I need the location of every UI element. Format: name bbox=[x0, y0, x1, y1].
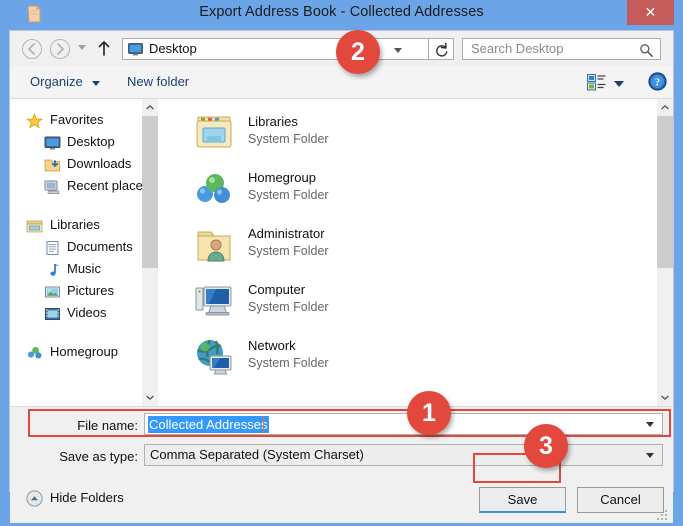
libraries-folder-icon bbox=[194, 113, 234, 153]
hide-folders-label: Hide Folders bbox=[50, 490, 124, 505]
file-name: Network bbox=[248, 338, 296, 353]
file-list-pane[interactable]: Libraries System Folder Homegroup System… bbox=[174, 99, 657, 406]
homegroup-icon bbox=[194, 169, 234, 209]
annotation-badge-3: 3 bbox=[524, 424, 568, 468]
save-as-type-select[interactable]: Comma Separated (System Charset) bbox=[144, 444, 663, 466]
scrollbar-thumb[interactable] bbox=[657, 116, 673, 268]
new-folder-button[interactable]: New folder bbox=[127, 74, 189, 89]
scroll-up-button[interactable] bbox=[657, 99, 673, 116]
sidebar-scrollbar[interactable] bbox=[142, 99, 158, 406]
sidebar-item-label: Downloads bbox=[67, 156, 132, 171]
command-toolbar: Organize New folder ? bbox=[10, 66, 673, 99]
collapse-chevron-icon bbox=[26, 490, 43, 507]
chevron-down-icon[interactable] bbox=[646, 422, 654, 427]
file-name: Computer bbox=[248, 282, 306, 297]
music-icon bbox=[44, 262, 61, 278]
save-button[interactable]: Save bbox=[479, 487, 566, 513]
videos-icon bbox=[44, 306, 61, 322]
annotation-badge-1: 1 bbox=[407, 391, 451, 435]
content-panes: Favorites Desktop Downloads Recent place… bbox=[10, 99, 673, 406]
save-as-type-label: Save as type: bbox=[59, 449, 138, 464]
sidebar-item-label: Videos bbox=[67, 305, 107, 320]
organize-button[interactable]: Organize bbox=[30, 74, 83, 89]
dialog-client-area: Desktop Search Desktop Organize New fold… bbox=[9, 30, 674, 523]
table-row[interactable]: Administrator System Folder bbox=[174, 219, 657, 271]
table-row[interactable]: Computer System Folder bbox=[174, 275, 657, 327]
organize-chevron-down-icon[interactable] bbox=[92, 81, 100, 86]
desktop-icon bbox=[44, 135, 61, 151]
scrollbar-thumb[interactable] bbox=[142, 116, 158, 268]
search-icon bbox=[639, 43, 653, 57]
close-button[interactable]: ✕ bbox=[627, 0, 674, 25]
scroll-down-button[interactable] bbox=[142, 389, 158, 406]
file-name-label: File name: bbox=[77, 418, 138, 433]
table-row[interactable]: Network System Folder bbox=[174, 331, 657, 383]
network-icon bbox=[194, 337, 234, 377]
pictures-icon bbox=[44, 284, 61, 300]
sidebar-group-label: Libraries bbox=[50, 217, 100, 232]
sidebar-item-label: Music bbox=[67, 261, 101, 276]
dialog-footer: Hide Folders Save Cancel bbox=[10, 472, 673, 523]
address-value: Desktop bbox=[149, 41, 197, 56]
annotation-badge-2: 2 bbox=[336, 30, 380, 74]
search-input[interactable]: Search Desktop bbox=[462, 38, 661, 60]
resize-grip-icon[interactable] bbox=[657, 508, 668, 520]
sidebar-item-label: Pictures bbox=[67, 283, 114, 298]
file-name: Administrator bbox=[248, 226, 325, 241]
text-cursor bbox=[263, 416, 264, 433]
table-row[interactable]: Homegroup System Folder bbox=[174, 163, 657, 215]
search-placeholder: Search Desktop bbox=[471, 41, 564, 56]
file-name-value: Collected Addresses bbox=[148, 416, 269, 433]
file-name: Homegroup bbox=[248, 170, 316, 185]
desktop-icon bbox=[128, 43, 143, 56]
sidebar-group-label: Favorites bbox=[50, 112, 104, 127]
scroll-down-button[interactable] bbox=[657, 389, 673, 406]
documents-icon bbox=[44, 240, 61, 256]
sidebar-item-label: Documents bbox=[67, 239, 133, 254]
cancel-button[interactable]: Cancel bbox=[577, 487, 664, 513]
downloads-folder-icon bbox=[44, 157, 61, 173]
chevron-down-icon[interactable] bbox=[646, 453, 654, 458]
view-chevron-down-icon[interactable] bbox=[614, 81, 624, 87]
table-row[interactable]: Libraries System Folder bbox=[174, 107, 657, 159]
sidebar-item-label: Desktop bbox=[67, 134, 115, 149]
libraries-icon bbox=[26, 218, 43, 234]
window-title: Export Address Book - Collected Addresse… bbox=[199, 4, 484, 20]
chevron-down-icon[interactable] bbox=[394, 48, 402, 53]
save-as-type-value: Comma Separated (System Charset) bbox=[150, 447, 364, 462]
file-type: System Folder bbox=[248, 300, 329, 314]
forward-button[interactable] bbox=[50, 39, 70, 59]
refresh-button[interactable] bbox=[429, 38, 454, 60]
file-type: System Folder bbox=[248, 244, 329, 258]
export-address-book-dialog: Export Address Book - Collected Addresse… bbox=[0, 0, 683, 523]
recent-locations-caret-icon[interactable] bbox=[78, 45, 86, 50]
file-list-scrollbar[interactable] bbox=[657, 99, 673, 406]
help-icon[interactable]: ? bbox=[648, 72, 667, 91]
star-icon bbox=[26, 112, 43, 129]
title-bar: Export Address Book - Collected Addresse… bbox=[0, 0, 683, 30]
file-name-input[interactable]: Collected Addresses bbox=[144, 413, 663, 435]
up-arrow-icon[interactable] bbox=[94, 38, 114, 59]
file-type: System Folder bbox=[248, 188, 329, 202]
homegroup-icon bbox=[26, 345, 43, 361]
sidebar-group-label: Homegroup bbox=[50, 344, 118, 359]
back-button[interactable] bbox=[22, 39, 42, 59]
scroll-up-button[interactable] bbox=[142, 99, 158, 116]
navigation-pane: Favorites Desktop Downloads Recent place… bbox=[10, 99, 158, 406]
computer-icon bbox=[194, 281, 234, 321]
svg-text:?: ? bbox=[655, 78, 660, 89]
view-layout-icon[interactable] bbox=[587, 74, 606, 91]
user-folder-icon bbox=[194, 225, 234, 265]
file-name: Libraries bbox=[248, 114, 298, 129]
file-type: System Folder bbox=[248, 132, 329, 146]
recent-places-icon bbox=[44, 179, 61, 195]
sidebar-item-label: Recent places bbox=[67, 178, 150, 193]
file-type: System Folder bbox=[248, 356, 329, 370]
address-bar[interactable]: Desktop bbox=[122, 38, 429, 60]
